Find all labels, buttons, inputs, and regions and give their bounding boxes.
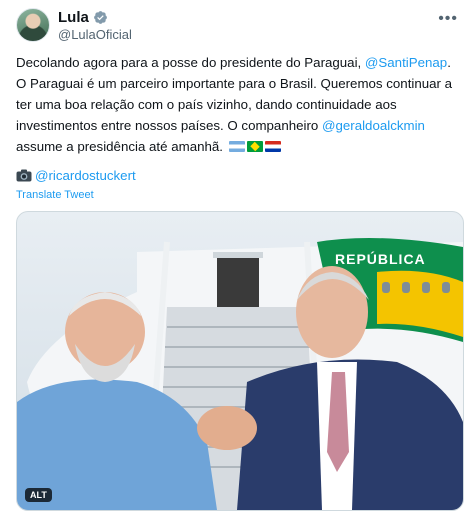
photographer-mention[interactable]: @ricardostuckert: [35, 168, 136, 183]
plane-text: REPÚBLICA: [335, 250, 426, 267]
tweet-text: Decolando agora para a posse do presiden…: [16, 52, 460, 157]
translate-tweet-link[interactable]: Translate Tweet: [16, 189, 94, 201]
user-handle[interactable]: @LulaOficial: [58, 27, 132, 42]
display-name[interactable]: Lula: [58, 9, 89, 26]
avatar[interactable]: [16, 8, 50, 42]
camera-icon: [16, 169, 32, 182]
mention-link[interactable]: @SantiPenap: [365, 55, 447, 70]
flag-argentina-icon: [228, 141, 245, 152]
mention-link[interactable]: @geraldoalckmin: [322, 118, 425, 133]
tweet-photo[interactable]: REPÚBLICA ALT: [16, 211, 464, 511]
name-row: Lula: [58, 9, 108, 26]
verified-badge-icon: [93, 11, 107, 24]
more-options-icon[interactable]: •••: [438, 10, 458, 28]
tweet-text-segment: Decolando agora para a posse do presiden…: [16, 55, 365, 70]
flag-paraguay-icon: [264, 141, 281, 152]
tweet-header: Lula @LulaOficial •••: [16, 8, 458, 44]
tweet-text-segment: assume a presidência até amanhã.: [16, 139, 223, 154]
flag-brazil-icon: [246, 141, 263, 152]
alt-badge[interactable]: ALT: [25, 488, 52, 502]
photo-illustration: REPÚBLICA: [17, 238, 463, 510]
photo-credit: @ricardostuckert: [16, 168, 136, 183]
